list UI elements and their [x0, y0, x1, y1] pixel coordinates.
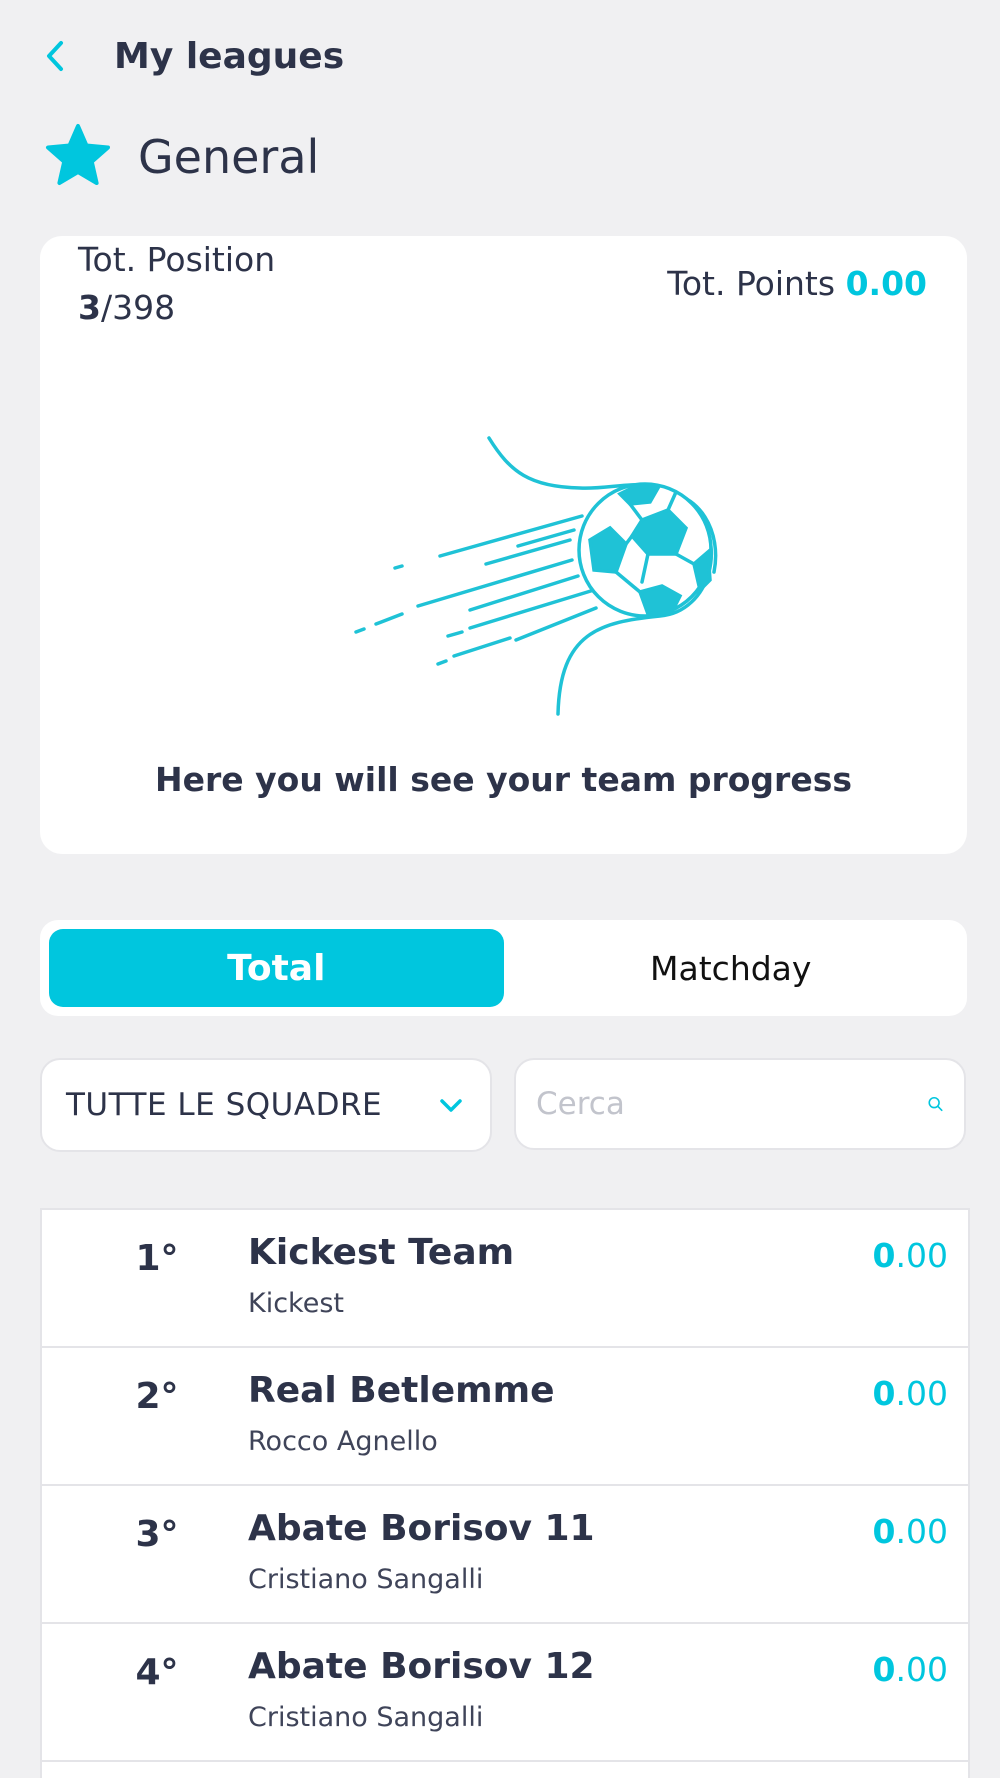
manager-name: Kickest: [248, 1288, 344, 1319]
team-points-dec: .00: [895, 1374, 948, 1413]
team-filter-value: TUTTE LE SQUADRE: [66, 1087, 383, 1123]
rank-position: 3°: [135, 1514, 179, 1555]
tab-total[interactable]: Total: [49, 929, 504, 1007]
ranking-list: 1° Kickest Team Kickest 0.00 2° Real Bet…: [40, 1208, 970, 1778]
ranking-row[interactable]: 4° Abate Borisov 12 Cristiano Sangalli 0…: [42, 1624, 968, 1762]
header: My leagues: [44, 30, 344, 82]
position-value: 3/398: [78, 288, 175, 327]
team-points-int: 0: [872, 1650, 896, 1689]
rank-position: 2°: [135, 1376, 179, 1417]
ranking-row[interactable]: 3° Abate Borisov 11 Cristiano Sangalli 0…: [42, 1486, 968, 1624]
search-box: [514, 1058, 966, 1150]
position-total: /398: [100, 288, 176, 327]
team-points: 0.00: [873, 1650, 948, 1689]
chevron-left-icon[interactable]: [44, 36, 72, 76]
team-name: Kickest Team: [248, 1232, 515, 1273]
summary-card: Tot. Position 3/398 Tot. Points 0.00 Her…: [40, 236, 967, 854]
team-points-int: 0: [872, 1374, 896, 1413]
total-points: Tot. Points 0.00: [667, 264, 927, 303]
empty-progress-message: Here you will see your team progress: [155, 760, 852, 799]
tab-matchday[interactable]: Matchday: [504, 929, 959, 1007]
manager-name: Rocco Agnello: [248, 1426, 438, 1457]
team-points-int: 0: [872, 1512, 896, 1551]
rank-position: 4°: [135, 1652, 179, 1693]
rank-position: 1°: [135, 1238, 179, 1279]
team-name: Abate Borisov 11: [248, 1508, 595, 1549]
back-link-my-leagues[interactable]: My leagues: [114, 36, 344, 77]
team-points: 0.00: [873, 1512, 948, 1551]
team-points-int: 0: [872, 1236, 896, 1275]
points-label: Tot. Points: [667, 264, 836, 303]
league-title: General: [44, 122, 319, 192]
team-name: Abate Borisov 12: [248, 1646, 595, 1687]
ranking-row[interactable]: 2° Real Betlemme Rocco Agnello 0.00: [42, 1348, 968, 1486]
ranking-row[interactable]: 1° Kickest Team Kickest 0.00: [42, 1210, 968, 1348]
search-input[interactable]: [536, 1086, 927, 1122]
position-label: Tot. Position: [78, 240, 276, 279]
manager-name: Cristiano Sangalli: [248, 1702, 484, 1733]
team-points: 0.00: [873, 1236, 948, 1275]
team-points-dec: .00: [895, 1236, 948, 1275]
points-value: 0.00: [845, 264, 927, 303]
manager-name: Cristiano Sangalli: [248, 1564, 484, 1595]
star-icon: [46, 124, 110, 185]
team-name: Real Betlemme: [248, 1370, 555, 1411]
ranking-tab-switch: Total Matchday: [40, 920, 967, 1016]
position-rank: 3: [78, 288, 101, 327]
soccer-ball-illustration: [354, 436, 718, 716]
team-points-dec: .00: [895, 1650, 948, 1689]
team-points-dec: .00: [895, 1512, 948, 1551]
search-icon[interactable]: [927, 1085, 944, 1123]
chevron-down-icon: [440, 1099, 462, 1112]
team-filter-select[interactable]: TUTTE LE SQUADRE: [40, 1058, 492, 1152]
team-points: 0.00: [873, 1374, 948, 1413]
league-name: General: [138, 130, 320, 184]
